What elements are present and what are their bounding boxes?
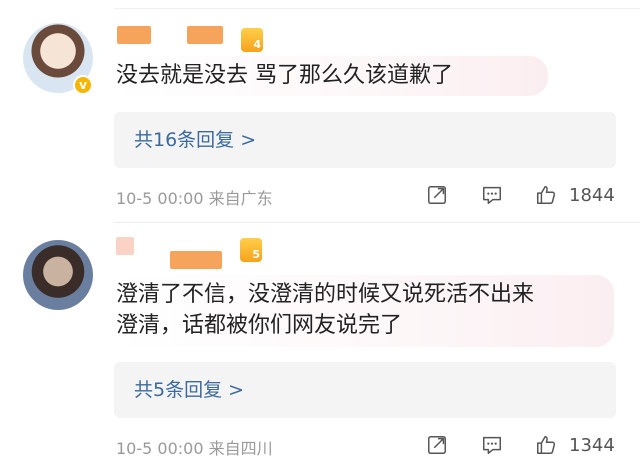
comment-time: 10-5 00:00	[116, 189, 204, 208]
level-badge-icon: 4	[241, 28, 263, 52]
comment-location: 来自四川	[208, 439, 273, 458]
view-replies-button[interactable]: 共16条回复 >	[114, 112, 616, 168]
comment-text-line: 澄清，话都被你们网友说完了	[116, 313, 403, 338]
comment-icon[interactable]	[481, 184, 503, 206]
username-blurred[interactable]	[116, 237, 134, 255]
comment-text-line: 澄清了不信，没澄清的时候又说死活不出来	[116, 282, 535, 307]
username-blurred[interactable]	[187, 26, 223, 44]
username-blurred[interactable]	[117, 26, 151, 44]
like-icon[interactable]	[535, 184, 557, 206]
view-replies-button[interactable]: 共5条回复 >	[114, 362, 616, 418]
comment-location: 来自广东	[208, 189, 273, 208]
share-icon[interactable]	[426, 434, 448, 456]
comment-item: 5 澄清了不信，没澄清的时候又说死活不出来 澄清，话都被你们网友说完了 共5条回…	[0, 225, 640, 475]
like-icon[interactable]	[535, 434, 557, 456]
comment-meta: 10-5 00:00 来自广东	[116, 185, 273, 209]
level-badge-icon: 5	[240, 238, 262, 262]
like-count: 1344	[569, 435, 615, 456]
comment-meta: 10-5 00:00 来自四川	[116, 435, 273, 459]
verified-badge-icon: v	[73, 75, 93, 95]
comment-text: 没去就是没去 骂了那么久该道歉了	[114, 56, 548, 96]
comment-item: v 4 没去就是没去 骂了那么久该道歉了 共16条回复 > 10-5 00:00…	[0, 0, 640, 222]
username-blurred[interactable]	[170, 251, 222, 269]
divider	[114, 222, 640, 223]
avatar[interactable]	[23, 240, 93, 310]
share-icon[interactable]	[426, 184, 448, 206]
comment-text: 澄清了不信，没澄清的时候又说死活不出来 澄清，话都被你们网友说完了	[114, 275, 614, 347]
comment-text-line: 没去就是没去 骂了那么久该道歉了	[116, 63, 453, 88]
like-count: 1844	[569, 185, 615, 206]
comment-icon[interactable]	[481, 434, 503, 456]
comment-time: 10-5 00:00	[116, 439, 204, 458]
